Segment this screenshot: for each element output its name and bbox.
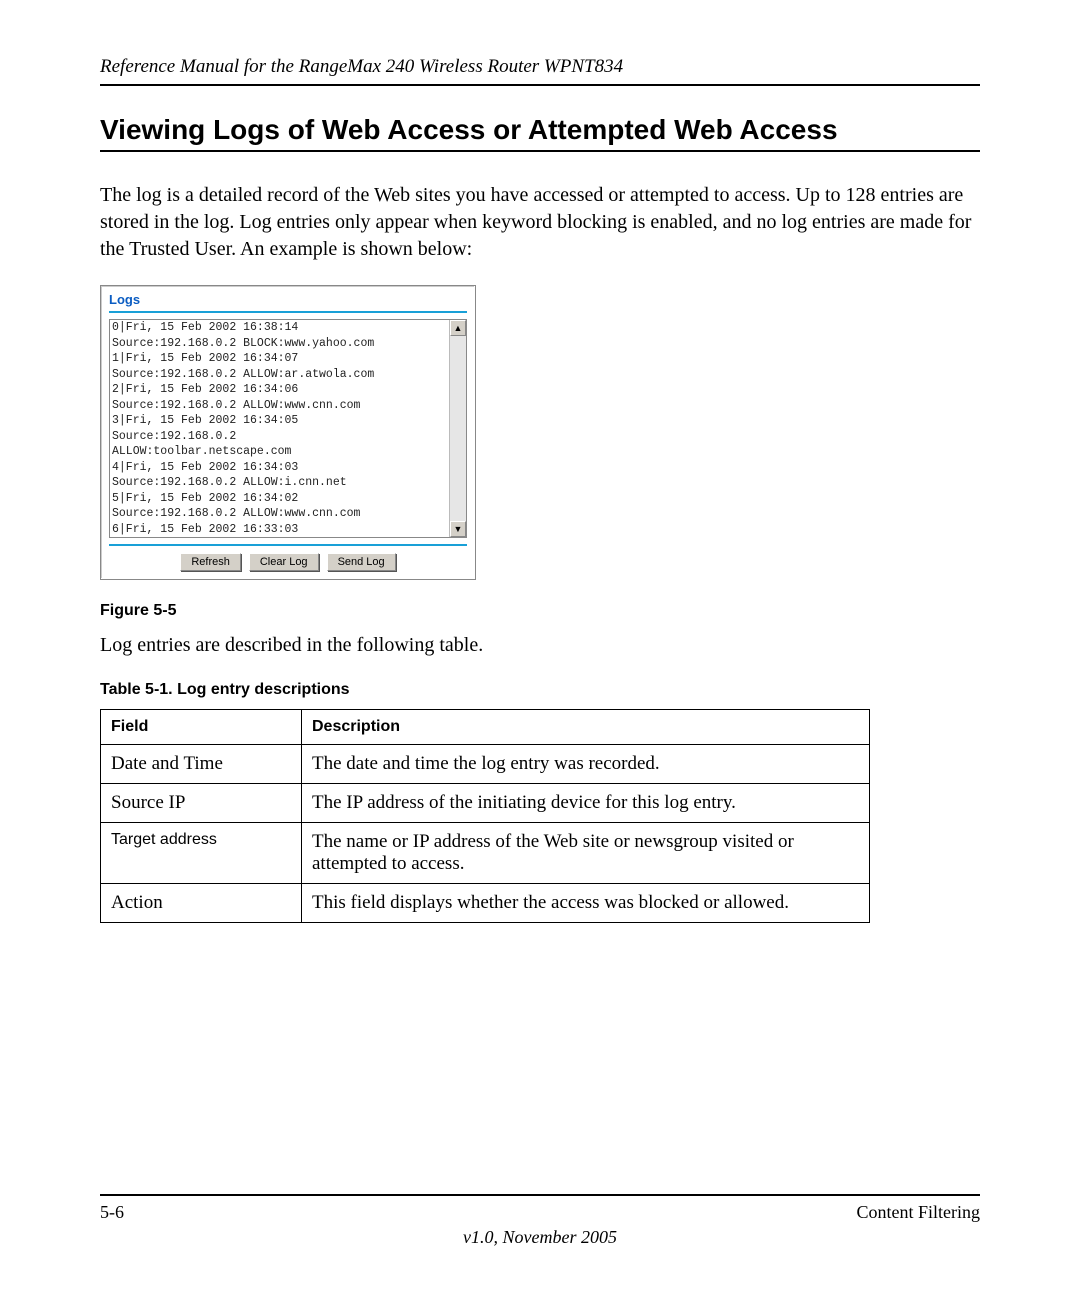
cell-field: Source IP — [101, 784, 302, 823]
logs-button-row: Refresh Clear Log Send Log — [109, 544, 467, 571]
section-rule — [100, 150, 980, 152]
table-header-row: Field Description — [101, 710, 870, 745]
footer-section: Content Filtering — [857, 1202, 981, 1223]
cell-field: Date and Time — [101, 745, 302, 784]
table-row: ActionThis field displays whether the ac… — [101, 884, 870, 923]
logs-scrollbar[interactable]: ▲ ▼ — [449, 320, 466, 537]
cell-description: The IP address of the initiating device … — [302, 784, 870, 823]
footer-rule — [100, 1194, 980, 1196]
cell-field: Action — [101, 884, 302, 923]
scroll-up-icon[interactable]: ▲ — [450, 320, 466, 336]
logs-panel: Logs 0|Fri, 15 Feb 2002 16:38:14 Source:… — [100, 285, 476, 580]
cell-description: The name or IP address of the Web site o… — [302, 823, 870, 884]
table-row: Date and TimeThe date and time the log e… — [101, 745, 870, 784]
log-entry-table: Field Description Date and TimeThe date … — [100, 709, 870, 923]
logs-content[interactable]: 0|Fri, 15 Feb 2002 16:38:14 Source:192.1… — [110, 320, 449, 537]
scroll-down-icon[interactable]: ▼ — [450, 521, 466, 537]
section-title: Viewing Logs of Web Access or Attempted … — [100, 114, 980, 146]
after-figure-text: Log entries are described in the followi… — [100, 632, 980, 659]
th-description: Description — [302, 710, 870, 745]
logs-panel-title: Logs — [109, 292, 467, 307]
footer-page-number: 5-6 — [100, 1202, 124, 1223]
figure-caption: Figure 5-5 — [100, 602, 980, 620]
clear-log-button[interactable]: Clear Log — [249, 553, 319, 571]
refresh-button[interactable]: Refresh — [180, 553, 241, 571]
page-footer: 5-6 Content Filtering v1.0, November 200… — [100, 1194, 980, 1248]
th-field: Field — [101, 710, 302, 745]
scroll-track[interactable] — [450, 336, 466, 521]
table-caption: Table 5-1. Log entry descriptions — [100, 681, 980, 699]
header-rule — [100, 84, 980, 86]
cell-field: Target address — [101, 823, 302, 884]
footer-version: v1.0, November 2005 — [100, 1227, 980, 1248]
logs-textbox: 0|Fri, 15 Feb 2002 16:38:14 Source:192.1… — [109, 319, 467, 538]
intro-paragraph: The log is a detailed record of the Web … — [100, 182, 980, 263]
cell-description: This field displays whether the access w… — [302, 884, 870, 923]
table-row: Target addressThe name or IP address of … — [101, 823, 870, 884]
logs-top-rule — [109, 311, 467, 313]
cell-description: The date and time the log entry was reco… — [302, 745, 870, 784]
send-log-button[interactable]: Send Log — [327, 553, 396, 571]
doc-header-title: Reference Manual for the RangeMax 240 Wi… — [100, 56, 980, 78]
table-row: Source IPThe IP address of the initiatin… — [101, 784, 870, 823]
